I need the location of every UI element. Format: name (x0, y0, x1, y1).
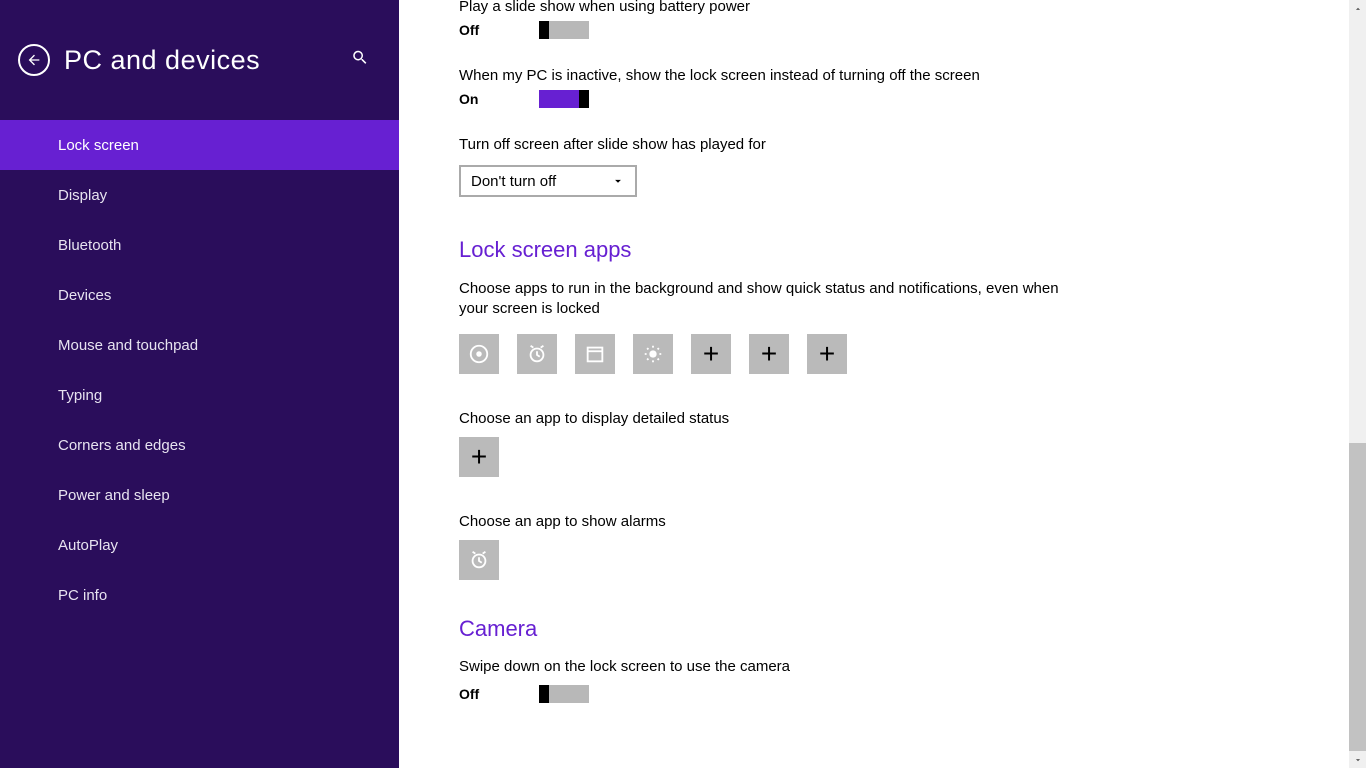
sidebar-item-label: Mouse and touchpad (58, 337, 198, 354)
sidebar-item-autoplay[interactable]: AutoPlay (0, 520, 399, 570)
calendar-icon (584, 343, 606, 365)
sidebar-item-label: PC info (58, 587, 107, 604)
camera-title: Camera (459, 616, 1306, 642)
sidebar-item-corners-edges[interactable]: Corners and edges (0, 420, 399, 470)
sidebar-item-label: Corners and edges (58, 437, 186, 454)
content-area: Play a slide show when using battery pow… (399, 0, 1366, 768)
app-slot-6-add[interactable]: + (749, 334, 789, 374)
sidebar-item-devices[interactable]: Devices (0, 270, 399, 320)
app-slot-1[interactable] (459, 334, 499, 374)
camera-state: Off (459, 686, 539, 702)
app-slot-3[interactable] (575, 334, 615, 374)
app-slot-2[interactable] (517, 334, 557, 374)
alarms-app-label: Choose an app to show alarms (459, 513, 1306, 530)
turnoff-label: Turn off screen after slide show has pla… (459, 136, 1306, 153)
lock-screen-apps-desc: Choose apps to run in the background and… (459, 279, 1079, 320)
sidebar-item-label: Devices (58, 287, 111, 304)
alarm-icon (526, 343, 548, 365)
circle-dot-icon (468, 343, 490, 365)
turnoff-value: Don't turn off (471, 173, 556, 190)
scroll-down-button[interactable] (1349, 751, 1366, 768)
lock-screen-apps-title: Lock screen apps (459, 237, 1306, 263)
detailed-status-label: Choose an app to display detailed status (459, 410, 1306, 427)
chevron-down-icon (611, 174, 625, 188)
search-button[interactable] (351, 49, 369, 72)
alarm-icon (468, 549, 490, 571)
sidebar-header: PC and devices (0, 0, 399, 120)
sidebar-item-pc-info[interactable]: PC info (0, 570, 399, 620)
weather-icon (642, 343, 664, 365)
search-icon (351, 49, 369, 67)
sidebar-item-bluetooth[interactable]: Bluetooth (0, 220, 399, 270)
sidebar-item-label: Power and sleep (58, 487, 170, 504)
camera-toggle[interactable] (539, 685, 589, 703)
page-title: PC and devices (64, 45, 260, 76)
quick-status-slots: + + + (459, 334, 1306, 374)
sidebar-item-label: Typing (58, 387, 102, 404)
app-slot-7-add[interactable]: + (807, 334, 847, 374)
scroll-track[interactable] (1349, 17, 1366, 751)
inactive-lock-label: When my PC is inactive, show the lock sc… (459, 67, 1306, 84)
sidebar: PC and devices Lock screen Display Bluet… (0, 0, 399, 768)
battery-slideshow-state: Off (459, 22, 539, 38)
chevron-down-icon (1353, 755, 1363, 765)
sidebar-item-mouse-touchpad[interactable]: Mouse and touchpad (0, 320, 399, 370)
sidebar-item-label: Lock screen (58, 137, 139, 154)
scroll-thumb[interactable] (1349, 443, 1366, 751)
camera-desc: Swipe down on the lock screen to use the… (459, 658, 1306, 675)
back-arrow-icon (26, 52, 42, 68)
alarms-app-slot[interactable] (459, 540, 499, 580)
app-slot-5-add[interactable]: + (691, 334, 731, 374)
sidebar-item-lock-screen[interactable]: Lock screen (0, 120, 399, 170)
sidebar-nav: Lock screen Display Bluetooth Devices Mo… (0, 120, 399, 620)
scrollbar (1349, 0, 1366, 768)
sidebar-item-label: AutoPlay (58, 537, 118, 554)
sidebar-item-label: Bluetooth (58, 237, 121, 254)
chevron-up-icon (1353, 4, 1363, 14)
scroll-up-button[interactable] (1349, 0, 1366, 17)
back-button[interactable] (18, 44, 50, 76)
turnoff-dropdown[interactable]: Don't turn off (459, 165, 637, 197)
sidebar-item-typing[interactable]: Typing (0, 370, 399, 420)
inactive-lock-toggle[interactable] (539, 90, 589, 108)
sidebar-item-power-sleep[interactable]: Power and sleep (0, 470, 399, 520)
sidebar-item-label: Display (58, 187, 107, 204)
sidebar-item-display[interactable]: Display (0, 170, 399, 220)
detailed-status-slot[interactable]: + (459, 437, 499, 477)
battery-slideshow-label: Play a slide show when using battery pow… (459, 0, 1306, 15)
app-slot-4[interactable] (633, 334, 673, 374)
battery-slideshow-toggle[interactable] (539, 21, 589, 39)
inactive-lock-state: On (459, 91, 539, 107)
